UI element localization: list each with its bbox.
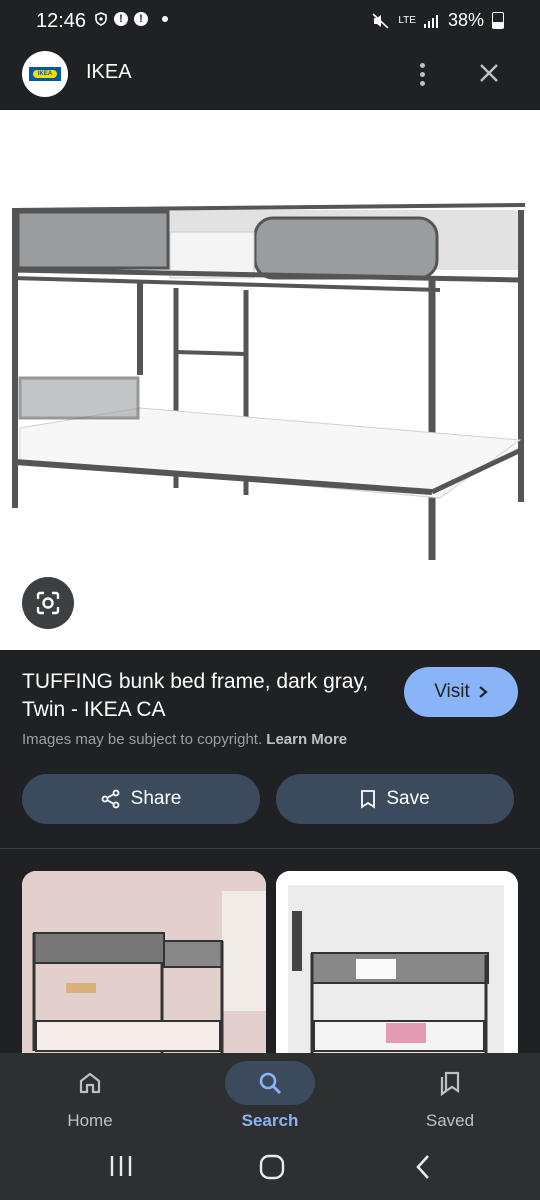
related-bunk-bed-white-room-image: [276, 871, 518, 1071]
lens-search-button[interactable]: [22, 577, 74, 629]
bookmark-icon: [361, 790, 376, 809]
nav-saved-label: Saved: [425, 1111, 475, 1130]
search-icon: [225, 1061, 315, 1105]
network-type: LTE: [398, 14, 416, 26]
signal-icon: [423, 14, 438, 28]
notification-icons: ! !: [94, 12, 168, 26]
ikea-logo-icon: IKEA: [29, 67, 61, 81]
save-label: Save: [386, 788, 430, 809]
back-icon[interactable]: [412, 1153, 436, 1181]
more-notifications-dot-icon: [162, 16, 168, 22]
mute-icon: [372, 12, 389, 29]
preview-image[interactable]: [0, 110, 540, 650]
close-button[interactable]: [474, 58, 504, 88]
status-time: 12:46: [36, 10, 87, 32]
alert-icon-2: !: [134, 12, 148, 26]
site-logo[interactable]: IKEA: [22, 51, 68, 97]
chevron-right-icon: [479, 686, 488, 698]
copyright-text: Images may be subject to copyright.: [22, 731, 263, 748]
battery-percent: 38%: [447, 10, 484, 30]
related-image-1[interactable]: [22, 871, 266, 1071]
share-label: Share: [130, 788, 182, 809]
related-bunk-bed-pink-room-image: [22, 871, 266, 1071]
alert-icon: !: [114, 12, 128, 26]
learn-more-link[interactable]: Learn More: [266, 731, 347, 748]
nav-search-label: Search: [241, 1111, 299, 1130]
recent-apps-icon[interactable]: [108, 1153, 134, 1179]
vpn-shield-icon: [95, 12, 107, 26]
save-button[interactable]: Save: [276, 774, 514, 824]
home-button-icon[interactable]: [258, 1153, 286, 1181]
system-navigation-bar: [0, 1143, 540, 1200]
battery-icon: [492, 12, 504, 29]
more-vert-icon: [419, 62, 425, 68]
nav-home-label: Home: [67, 1111, 113, 1130]
copyright-notice: Images may be subject to copyright. Lear…: [22, 731, 347, 748]
visit-label: Visit: [434, 681, 470, 702]
site-title: IKEA: [86, 61, 132, 83]
related-image-2[interactable]: [276, 871, 518, 1071]
nav-home[interactable]: Home: [30, 1053, 150, 1143]
more-options-button[interactable]: [408, 58, 436, 90]
home-icon: [45, 1061, 135, 1105]
app-header: IKEA IKEA: [0, 44, 540, 110]
nav-search[interactable]: Search: [210, 1053, 330, 1143]
logo-text: IKEA: [33, 70, 57, 78]
status-right: LTE 38%: [372, 10, 504, 31]
result-title[interactable]: TUFFING bunk bed frame, dark gray, Twin …: [22, 668, 382, 724]
bottom-navigation: Home Search Saved: [0, 1053, 540, 1143]
status-bar: 12:46 ! ! LTE 38%: [0, 0, 540, 44]
divider: [0, 848, 540, 849]
visit-button[interactable]: Visit: [404, 667, 518, 717]
collections-icon: [405, 1061, 495, 1105]
share-icon: [101, 789, 120, 809]
share-button[interactable]: Share: [22, 774, 260, 824]
bunk-bed-image: [11, 203, 526, 560]
google-lens-icon: [36, 591, 60, 615]
nav-saved[interactable]: Saved: [390, 1053, 510, 1143]
